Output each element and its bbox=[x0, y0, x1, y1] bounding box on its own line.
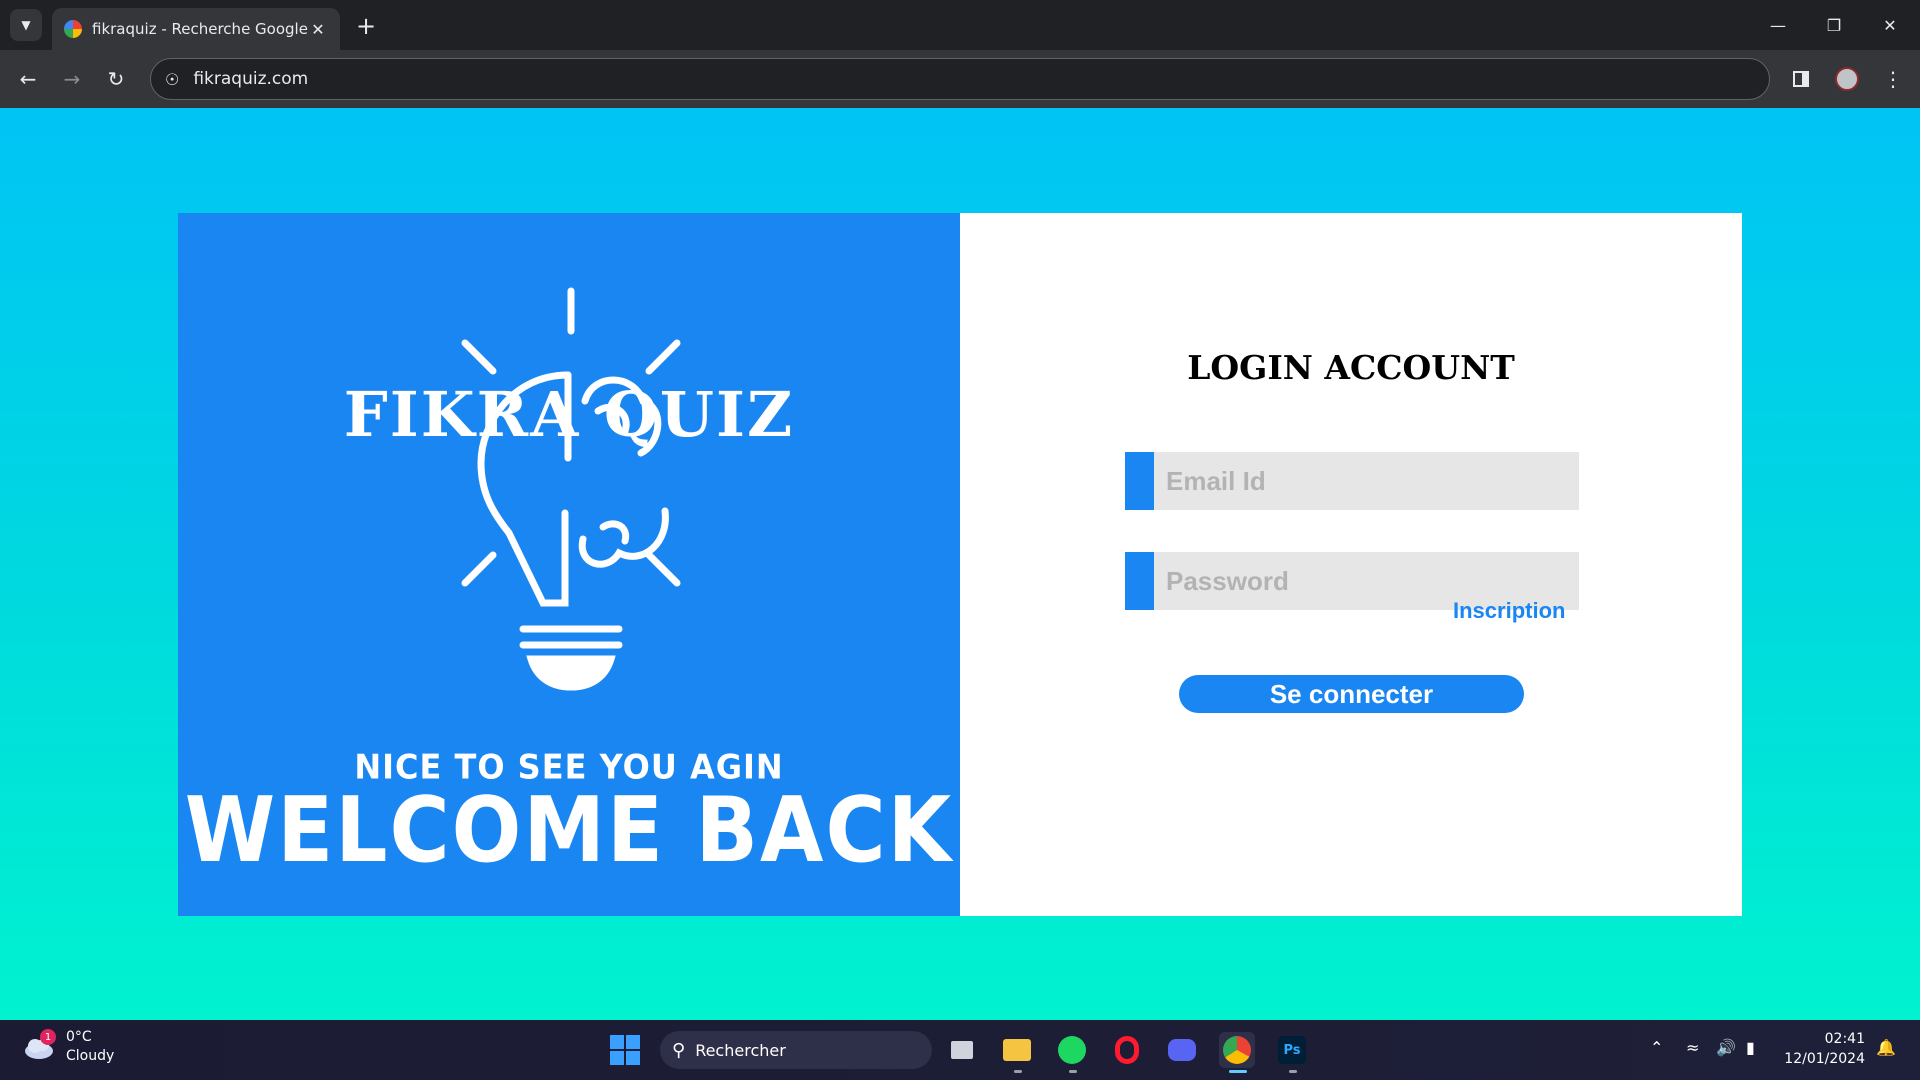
start-button[interactable] bbox=[610, 1035, 640, 1065]
opera-icon[interactable] bbox=[1109, 1032, 1145, 1068]
search-label: Rechercher bbox=[695, 1040, 786, 1060]
browser-menu-button[interactable]: ⋮ bbox=[1877, 63, 1909, 95]
task-view-icon[interactable] bbox=[944, 1032, 980, 1068]
battery-icon[interactable]: ▮ bbox=[1746, 1038, 1755, 1057]
close-window-button[interactable]: ✕ bbox=[1862, 0, 1918, 50]
app-running-indicator bbox=[1014, 1070, 1022, 1073]
back-button[interactable]: ← bbox=[12, 63, 44, 95]
back-arrow-icon: ← bbox=[19, 67, 37, 91]
photoshop-icon[interactable]: Ps bbox=[1274, 1032, 1310, 1068]
app-active-indicator bbox=[1229, 1070, 1247, 1073]
weather-widget[interactable]: 1 0°C Cloudy bbox=[22, 1028, 114, 1066]
taskbar-search[interactable]: ⚲ Rechercher bbox=[660, 1031, 932, 1069]
address-bar[interactable]: ☉ fikraquiz.com bbox=[150, 58, 1770, 100]
system-clock[interactable]: 02:41 12/01/2024 bbox=[1780, 1029, 1865, 1069]
clock-time: 02:41 bbox=[1824, 1031, 1865, 1047]
lightbulb-logo-icon bbox=[461, 287, 681, 691]
clock-date: 12/01/2024 bbox=[1784, 1051, 1865, 1067]
avatar-icon bbox=[1835, 67, 1859, 91]
welcome-heading: WELCOME BACK bbox=[184, 778, 954, 883]
kebab-menu-icon: ⋮ bbox=[1883, 67, 1903, 91]
tab-title: fikraquiz - Recherche Google bbox=[92, 20, 308, 38]
reload-button[interactable]: ↻ bbox=[100, 63, 132, 95]
spotify-icon[interactable] bbox=[1054, 1032, 1090, 1068]
login-panel: LOGIN ACCOUNT Inscription Se connecter bbox=[960, 213, 1742, 916]
notification-bell-icon[interactable]: 🔔 bbox=[1876, 1038, 1896, 1057]
url-text: fikraquiz.com bbox=[193, 69, 309, 89]
weather-temp: 0°C bbox=[66, 1029, 92, 1045]
close-tab-icon[interactable]: ✕ bbox=[308, 20, 328, 39]
login-button[interactable]: Se connecter bbox=[1179, 675, 1524, 713]
cloud-icon: 1 bbox=[22, 1029, 56, 1061]
signup-link[interactable]: Inscription bbox=[1453, 598, 1565, 624]
welcome-panel: FIKRA QUIZ NICE TO SEE YOU AGIN WELCOME … bbox=[178, 213, 960, 916]
side-panel-button[interactable] bbox=[1785, 63, 1817, 95]
field-accent-bar bbox=[1125, 552, 1154, 610]
browser-toolbar: ← → ↻ ☉ fikraquiz.com ⋮ bbox=[0, 50, 1920, 108]
brand-logo-text: FIKRA QUIZ bbox=[343, 378, 795, 451]
app-running-indicator bbox=[1069, 1070, 1077, 1073]
volume-icon[interactable]: 🔊 bbox=[1716, 1038, 1736, 1057]
forward-arrow-icon: → bbox=[63, 67, 81, 91]
minimize-button[interactable]: — bbox=[1750, 0, 1806, 50]
new-tab-button[interactable]: + bbox=[350, 10, 382, 42]
forward-button[interactable]: → bbox=[56, 63, 88, 95]
show-hidden-icons-chevron-icon[interactable]: ⌃ bbox=[1650, 1038, 1663, 1057]
chrome-icon[interactable] bbox=[1219, 1032, 1255, 1068]
weather-desc: Cloudy bbox=[66, 1048, 115, 1064]
field-accent-bar bbox=[1125, 452, 1154, 510]
discord-icon[interactable] bbox=[1164, 1032, 1200, 1068]
email-input[interactable] bbox=[1154, 452, 1579, 510]
email-field bbox=[1125, 452, 1579, 510]
taskbar: 1 0°C Cloudy ⚲ Rechercher Ps ⌃ ≈ 🔊 ▮ 02:… bbox=[0, 1020, 1920, 1080]
page-background: FIKRA QUIZ NICE TO SEE YOU AGIN WELCOME … bbox=[0, 108, 1920, 1020]
browser-tab-bar: ▼ fikraquiz - Recherche Google ✕ + — ❐ ✕ bbox=[0, 0, 1920, 50]
google-favicon-icon bbox=[64, 20, 82, 38]
notification-badge: 1 bbox=[40, 1029, 56, 1045]
file-explorer-icon[interactable] bbox=[999, 1032, 1035, 1068]
tab-search-button[interactable]: ▼ bbox=[10, 9, 42, 41]
app-running-indicator bbox=[1289, 1070, 1297, 1073]
reload-icon: ↻ bbox=[107, 67, 125, 91]
search-icon: ⚲ bbox=[672, 1039, 686, 1061]
side-panel-icon bbox=[1793, 71, 1809, 87]
restore-button[interactable]: ❐ bbox=[1806, 0, 1862, 50]
browser-tab[interactable]: fikraquiz - Recherche Google ✕ bbox=[52, 8, 340, 50]
site-info-icon[interactable]: ☉ bbox=[165, 70, 179, 89]
wifi-icon[interactable]: ≈ bbox=[1686, 1038, 1699, 1057]
chevron-down-icon: ▼ bbox=[21, 18, 31, 32]
profile-avatar[interactable] bbox=[1831, 63, 1863, 95]
login-title: LOGIN ACCOUNT bbox=[1187, 348, 1515, 387]
